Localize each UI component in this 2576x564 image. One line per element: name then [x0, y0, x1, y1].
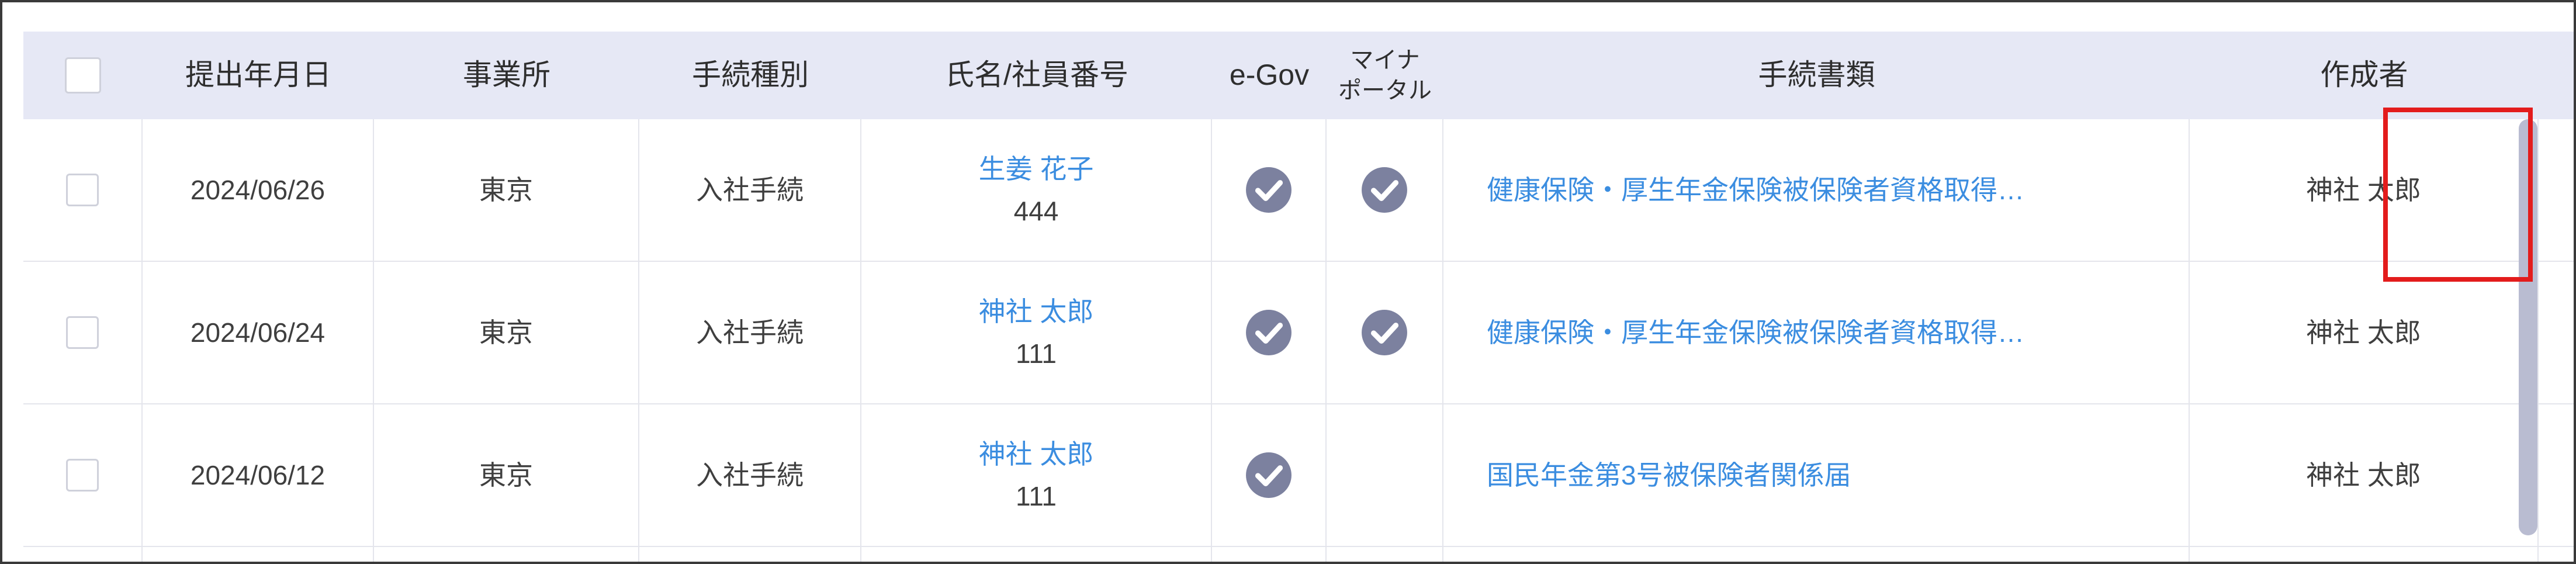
header-myna-portal-line2: ポータル — [1338, 78, 1432, 103]
check-circle-icon — [1246, 167, 1292, 213]
table-row-partial-cell — [2190, 547, 2539, 562]
header-author[interactable]: 作成者 — [2190, 32, 2539, 119]
row-actions-cell — [2539, 262, 2574, 404]
row-actions-cell — [2539, 404, 2574, 547]
row-name-cell: 神社 太郎 111 — [861, 404, 1212, 547]
table-row-select-cell — [23, 404, 143, 547]
procedure-document-link[interactable]: 国民年金第3号被保険者関係届 — [1443, 404, 2190, 547]
row-name-cell: 生姜 花子 444 — [861, 119, 1212, 262]
header-select-all-cell — [23, 32, 143, 119]
header-office[interactable]: 事業所 — [374, 32, 639, 119]
procedure-document-link[interactable]: 健康保険・厚生年金保険被保険者資格取得… — [1443, 119, 2190, 262]
table-row-select-cell — [23, 262, 143, 404]
procedures-table: 提出年月日 事業所 手続種別 氏名/社員番号 e-Gov マイナ ポータル 手続… — [23, 32, 2574, 562]
vertical-scrollbar[interactable] — [2519, 119, 2537, 535]
employee-number: 444 — [1013, 196, 1059, 226]
employee-number: 111 — [1016, 338, 1057, 369]
employee-name-link[interactable]: 神社 太郎 — [979, 293, 1094, 330]
header-myna-portal-line1: マイナ — [1350, 47, 1420, 73]
row-checkbox[interactable] — [66, 316, 99, 349]
row-egov-status — [1212, 404, 1327, 547]
row-myna-status — [1327, 262, 1443, 404]
row-date: 2024/06/26 — [143, 119, 374, 262]
row-office: 東京 — [374, 262, 639, 404]
table-row-partial-cell — [639, 547, 861, 562]
row-office: 東京 — [374, 404, 639, 547]
row-office: 東京 — [374, 119, 639, 262]
header-name-employee-no[interactable]: 氏名/社員番号 — [861, 32, 1212, 119]
row-name-cell: 神社 太郎 111 — [861, 262, 1212, 404]
employee-name-link[interactable]: 神社 太郎 — [979, 436, 1094, 472]
row-procedure: 入社手続 — [639, 262, 861, 404]
table-panel: 提出年月日 事業所 手続種別 氏名/社員番号 e-Gov マイナ ポータル 手続… — [0, 0, 2576, 564]
row-date: 2024/06/12 — [143, 404, 374, 547]
row-myna-status — [1327, 119, 1443, 262]
row-egov-status — [1212, 119, 1327, 262]
table-row-partial-cell — [143, 547, 374, 562]
header-submitted-date[interactable]: 提出年月日 — [143, 32, 374, 119]
table-row-partial-cell — [1443, 547, 2190, 562]
table-row-partial-cell — [861, 547, 1212, 562]
check-circle-icon — [1246, 452, 1292, 498]
employee-number: 111 — [1016, 481, 1057, 511]
header-myna-portal[interactable]: マイナ ポータル — [1327, 32, 1443, 119]
check-circle-icon — [1362, 167, 1407, 213]
table-row-partial-cell — [1327, 547, 1443, 562]
table-row-partial-cell — [23, 547, 143, 562]
header-procedure-type[interactable]: 手続種別 — [639, 32, 861, 119]
header-actions — [2539, 32, 2574, 119]
header-egov[interactable]: e-Gov — [1212, 32, 1327, 119]
row-author: 神社 太郎 — [2190, 404, 2539, 547]
row-checkbox[interactable] — [66, 459, 99, 492]
check-circle-icon — [1246, 310, 1292, 355]
row-actions-cell — [2539, 119, 2574, 262]
check-circle-icon — [1362, 310, 1407, 355]
select-all-checkbox[interactable] — [65, 57, 101, 94]
table-row-select-cell — [23, 119, 143, 262]
table-row-partial-cell — [374, 547, 639, 562]
table-row-partial-cell — [2539, 547, 2574, 562]
row-author: 神社 太郎 — [2190, 119, 2539, 262]
row-egov-status — [1212, 262, 1327, 404]
row-procedure: 入社手続 — [639, 404, 861, 547]
row-procedure: 入社手続 — [639, 119, 861, 262]
header-documents[interactable]: 手続書類 — [1443, 32, 2190, 119]
table-row-partial-cell — [1212, 547, 1327, 562]
row-myna-status — [1327, 404, 1443, 547]
row-author: 神社 太郎 — [2190, 262, 2539, 404]
procedure-document-link[interactable]: 健康保険・厚生年金保険被保険者資格取得… — [1443, 262, 2190, 404]
employee-name-link[interactable]: 生姜 花子 — [979, 151, 1094, 187]
row-checkbox[interactable] — [66, 174, 99, 206]
row-date: 2024/06/24 — [143, 262, 374, 404]
